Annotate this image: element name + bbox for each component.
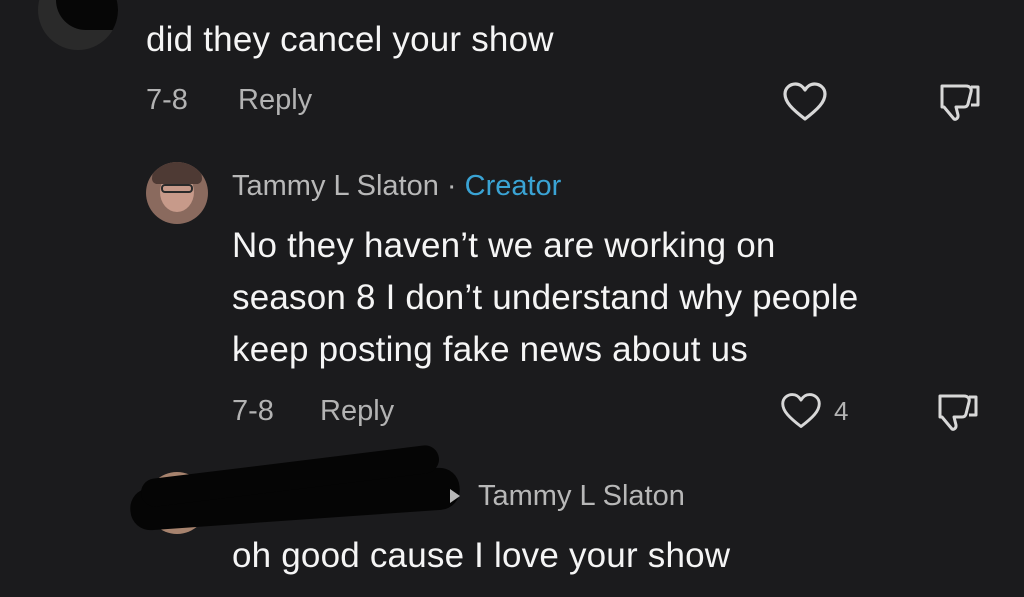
comment-date: 7-8: [232, 395, 274, 427]
avatar-redaction: [56, 0, 118, 30]
comment-author[interactable]: Tammy L Slaton · Creator: [232, 170, 561, 203]
heart-icon[interactable]: [782, 82, 828, 122]
comment-line: keep posting fake news about us: [232, 330, 748, 369]
comment-text: No they haven’t we are working on season…: [232, 220, 858, 376]
like-count: 4: [834, 396, 849, 426]
heart-icon[interactable]: [780, 392, 822, 430]
thumbs-down-icon[interactable]: [934, 392, 980, 432]
avatar[interactable]: [146, 162, 208, 224]
reply-to-author[interactable]: Tammy L Slaton: [478, 480, 685, 513]
creator-badge: Creator: [464, 170, 562, 202]
comment-text: did they cancel your show: [146, 20, 554, 59]
comment-line: season 8 I don’t understand why people: [232, 278, 859, 317]
reply-button[interactable]: Reply: [238, 84, 312, 117]
comment-text: oh good cause I love your show: [232, 536, 731, 575]
thumbs-down-icon[interactable]: [936, 82, 982, 122]
reply-button[interactable]: Reply: [320, 395, 394, 428]
avatar-hair: [152, 162, 202, 184]
avatar[interactable]: [38, 0, 118, 50]
author-separator: ·: [446, 170, 457, 202]
caret-right-icon: [450, 489, 460, 503]
author-name[interactable]: Tammy L Slaton: [232, 170, 439, 202]
comment-line: No they haven’t we are working on: [232, 226, 776, 265]
comment-date: 7-8: [146, 84, 188, 116]
avatar-glasses: [161, 184, 193, 193]
